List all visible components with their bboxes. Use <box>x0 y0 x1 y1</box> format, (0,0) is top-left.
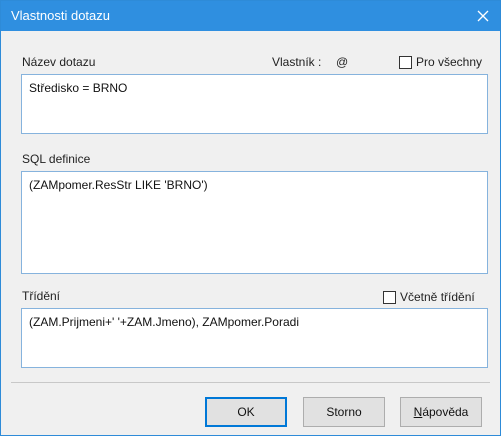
sql-definition-value: (ZAMpomer.ResStr LIKE 'BRNO') <box>29 178 208 192</box>
for-all-checkbox[interactable]: Pro všechny <box>399 55 482 69</box>
for-all-checkbox-label: Pro všechny <box>416 55 483 69</box>
include-sort-checkbox-box[interactable] <box>383 290 396 304</box>
query-name-label: Název dotazu <box>22 55 96 69</box>
title-bar[interactable]: Vlastnosti dotazu <box>1 1 500 31</box>
owner-label: Vlastník : <box>272 55 322 69</box>
owner-value: @ <box>336 55 349 69</box>
include-sort-checkbox[interactable]: Včetně třídění <box>383 290 475 304</box>
close-icon <box>477 10 489 22</box>
close-button[interactable] <box>466 1 500 31</box>
include-sort-checkbox-label: Včetně třídění <box>400 290 475 304</box>
cancel-button[interactable]: Storno <box>303 397 385 427</box>
query-name-field[interactable]: Středisko = BRNO <box>21 74 488 134</box>
sql-definition-field[interactable]: (ZAMpomer.ResStr LIKE 'BRNO') <box>21 171 488 274</box>
cancel-button-label: Storno <box>326 405 362 419</box>
query-name-value: Středisko = BRNO <box>29 81 128 95</box>
query-properties-dialog: Vlastnosti dotazu Název dotazu Vlastník … <box>0 0 501 436</box>
help-button-accelerator: N <box>413 405 423 419</box>
for-all-checkbox-box[interactable] <box>399 55 412 69</box>
sort-value: (ZAM.Prijmeni+' '+ZAM.Jmeno), ZAMpomer.P… <box>29 315 299 329</box>
help-button[interactable]: Nápověda <box>400 397 482 427</box>
sort-label: Třídění <box>22 289 61 303</box>
ok-button[interactable]: OK <box>205 397 287 427</box>
window-title: Vlastnosti dotazu <box>11 8 111 23</box>
sql-definition-label: SQL definice <box>22 152 91 166</box>
button-separator <box>11 382 490 383</box>
ok-button-label: OK <box>237 405 255 419</box>
help-button-label: ápověda <box>422 405 469 419</box>
sort-field[interactable]: (ZAM.Prijmeni+' '+ZAM.Jmeno), ZAMpomer.P… <box>21 308 488 368</box>
